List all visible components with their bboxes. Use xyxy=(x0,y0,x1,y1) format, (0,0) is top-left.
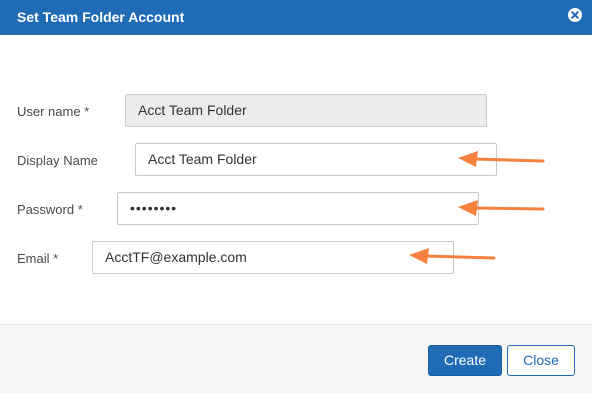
close-button[interactable]: Close xyxy=(507,345,575,376)
dialog-titlebar: Set Team Folder Account xyxy=(0,0,592,35)
email-field[interactable]: AcctTF@example.com xyxy=(92,241,454,274)
password-field[interactable]: •••••••• xyxy=(117,192,479,225)
password-value: •••••••• xyxy=(130,200,178,216)
email-value: AcctTF@example.com xyxy=(105,249,247,265)
dialog-footer xyxy=(0,324,592,393)
dialog-title: Set Team Folder Account xyxy=(17,9,185,25)
display-name-value: Acct Team Folder xyxy=(148,151,257,167)
password-label: Password * xyxy=(17,202,83,217)
username-label: User name * xyxy=(17,104,90,119)
display-name-label: Display Name xyxy=(17,153,98,168)
display-name-field[interactable]: Acct Team Folder xyxy=(135,143,497,176)
orange-arrow-icon xyxy=(458,151,545,167)
username-field: Acct Team Folder xyxy=(125,94,487,127)
orange-arrow-icon xyxy=(458,200,545,216)
close-icon[interactable] xyxy=(568,8,582,22)
email-label: Email * xyxy=(17,251,59,266)
create-button[interactable]: Create xyxy=(428,345,502,376)
orange-arrow-icon xyxy=(409,248,496,264)
username-value: Acct Team Folder xyxy=(138,102,247,118)
